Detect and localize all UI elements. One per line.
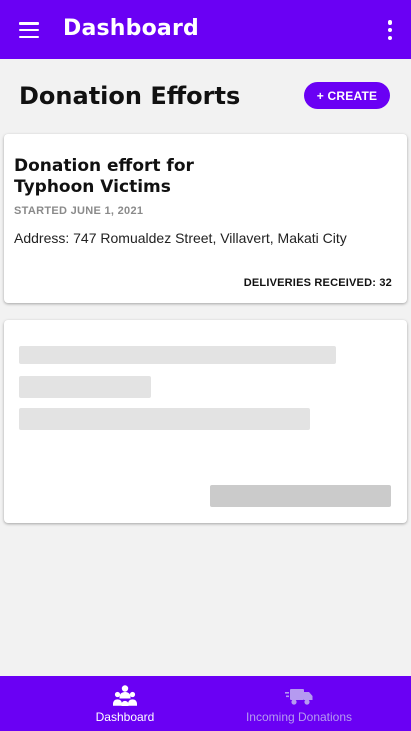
card-address-label: Address: bbox=[14, 230, 70, 246]
menu-icon[interactable] bbox=[17, 19, 41, 41]
people-icon bbox=[113, 685, 137, 706]
nav-label-dashboard: Dashboard bbox=[95, 710, 155, 724]
card-address: Address: 747 Romualdez Street, Villavert… bbox=[14, 230, 347, 246]
skeleton-title-line bbox=[19, 346, 336, 364]
create-button[interactable]: + CREATE bbox=[304, 82, 390, 109]
more-vert-icon[interactable] bbox=[386, 20, 394, 40]
card-title: Donation effort for Typhoon Victims bbox=[14, 156, 194, 197]
nav-item-incoming-donations[interactable]: Incoming Donations bbox=[230, 676, 368, 731]
page-title: Donation Efforts bbox=[19, 82, 241, 110]
deliveries-label: DELIVERIES RECEIVED: bbox=[243, 277, 377, 289]
app-root: Dashboard Donation Efforts + CREATE Dona… bbox=[0, 0, 411, 731]
truck-icon bbox=[285, 689, 313, 705]
skeleton-address-line bbox=[19, 408, 310, 430]
card-start-date: STARTED JUNE 1, 2021 bbox=[14, 205, 144, 217]
nav-label-incoming-donations: Incoming Donations bbox=[245, 710, 353, 724]
app-bar: Dashboard bbox=[0, 0, 411, 59]
app-bar-title: Dashboard bbox=[63, 16, 199, 41]
loading-skeleton-card bbox=[4, 320, 407, 523]
deliveries-received: DELIVERIES RECEIVED: 32 bbox=[244, 277, 392, 289]
skeleton-deliveries-line bbox=[210, 485, 391, 507]
deliveries-count: 32 bbox=[379, 277, 392, 289]
skeleton-date-line bbox=[19, 376, 151, 398]
card-address-value: 747 Romualdez Street, Villavert, Makati … bbox=[73, 230, 347, 246]
nav-item-dashboard[interactable]: Dashboard bbox=[75, 676, 175, 731]
bottom-navigation: Dashboard Incoming Donations bbox=[0, 676, 411, 731]
donation-effort-card[interactable]: Donation effort for Typhoon Victims STAR… bbox=[4, 134, 407, 303]
